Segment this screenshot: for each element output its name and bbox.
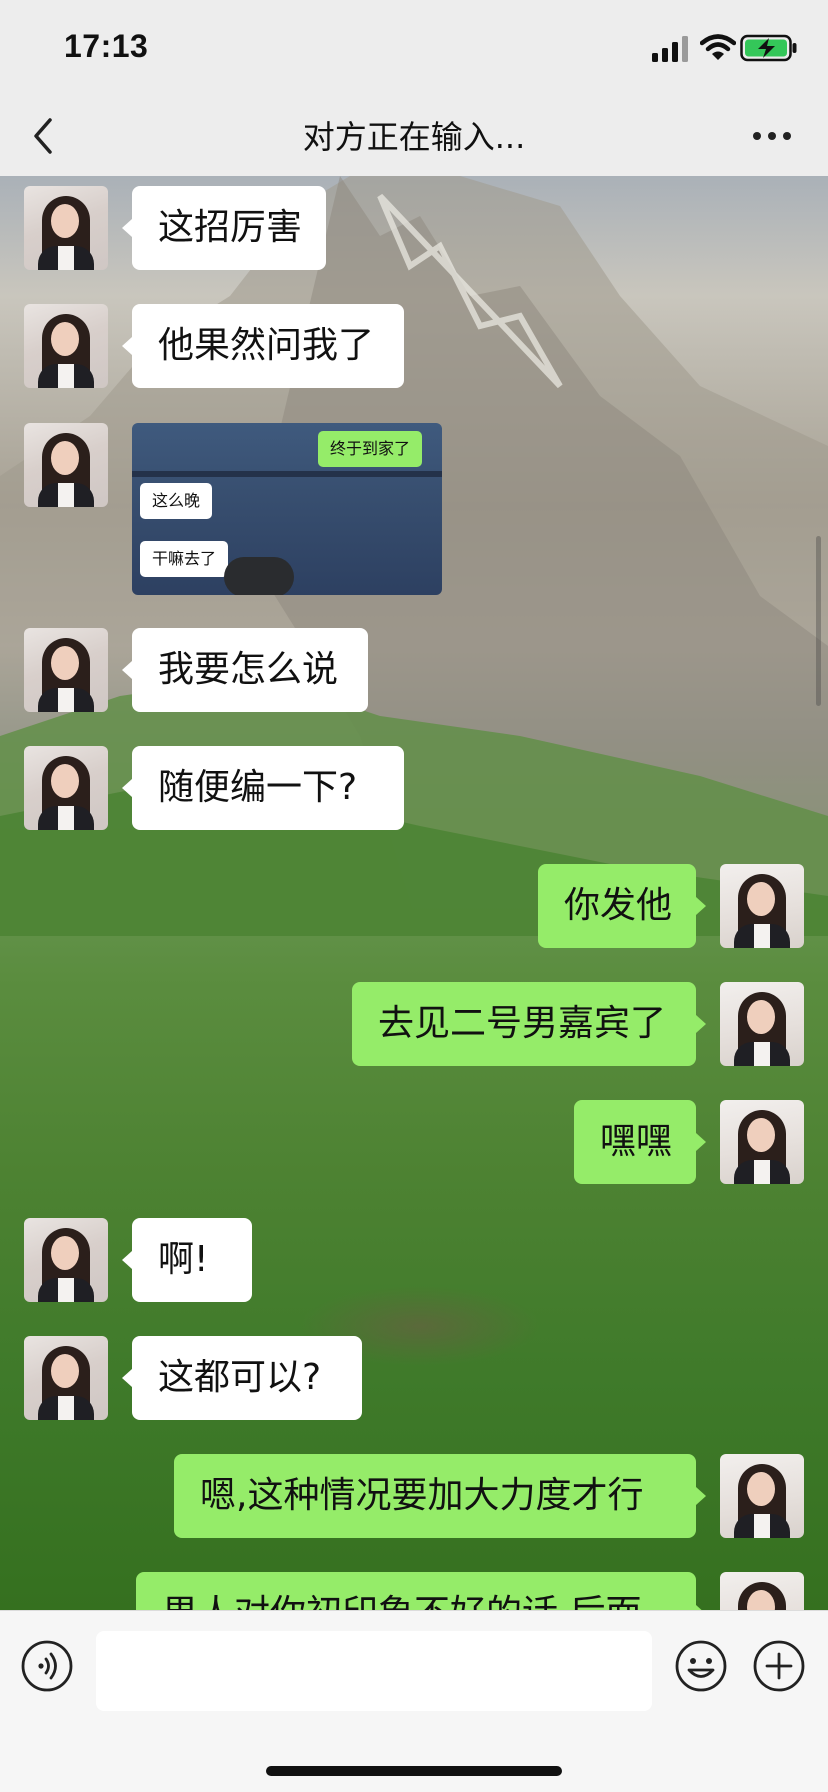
- emoji-icon[interactable]: [674, 1639, 728, 1693]
- incoming-message-bubble[interactable]: 这招厉害: [132, 186, 326, 270]
- bubble-tail: [122, 661, 132, 679]
- contact-avatar[interactable]: [24, 628, 108, 712]
- avatar-part: [754, 1160, 770, 1184]
- avatar-part: [754, 1042, 770, 1066]
- chat-area[interactable]: 终于到家了 这么晚 干嘛去了 这招厉害他果然问我了 我要怎么说随便编一下? 你发他去…: [0, 176, 828, 1610]
- outgoing-message-bubble[interactable]: 去见二号男嘉宾了: [352, 982, 696, 1066]
- contact-avatar[interactable]: [24, 304, 108, 388]
- image-shadow: [224, 557, 294, 595]
- incoming-message-bubble[interactable]: 他果然问我了: [132, 304, 404, 388]
- status-time: 17:13: [64, 28, 149, 64]
- avatar-part: [754, 924, 770, 948]
- bubble-tail: [122, 1251, 132, 1269]
- signal-icon: [652, 36, 688, 62]
- contact-avatar[interactable]: [24, 1336, 108, 1420]
- contact-avatar[interactable]: [24, 1218, 108, 1302]
- bubble-tail: [696, 1015, 706, 1033]
- message-input[interactable]: [96, 1631, 652, 1711]
- scrollbar[interactable]: [816, 536, 821, 706]
- input-bar: [0, 1610, 828, 1723]
- contact-avatar[interactable]: [24, 423, 108, 507]
- my-avatar[interactable]: [720, 1454, 804, 1538]
- plus-icon[interactable]: [752, 1639, 806, 1693]
- incoming-message-bubble[interactable]: 随便编一下?: [132, 746, 404, 830]
- contact-avatar[interactable]: [24, 186, 108, 270]
- wifi-icon: [700, 34, 736, 60]
- avatar-part: [51, 322, 79, 356]
- avatar-part: [51, 1236, 79, 1270]
- avatar-part: [51, 441, 79, 475]
- home-area: [0, 1722, 828, 1792]
- avatar-part: [58, 688, 74, 712]
- outgoing-message-bubble[interactable]: 你发他: [538, 864, 696, 948]
- bubble-tail: [122, 219, 132, 237]
- avatar-part: [747, 882, 775, 916]
- avatar-part: [58, 364, 74, 388]
- image-divider: [132, 471, 442, 477]
- battery-charging-icon: [740, 34, 797, 62]
- avatar-part: [747, 1472, 775, 1506]
- bubble-tail: [696, 1133, 706, 1151]
- incoming-message-bubble[interactable]: 我要怎么说: [132, 628, 368, 712]
- avatar-part: [51, 1354, 79, 1388]
- bubble-tail: [122, 779, 132, 797]
- bubble-tail: [696, 897, 706, 915]
- avatar-part: [51, 204, 79, 238]
- my-avatar[interactable]: [720, 1100, 804, 1184]
- my-avatar[interactable]: [720, 982, 804, 1066]
- avatar-part: [58, 1396, 74, 1420]
- image-bubble-green: 终于到家了: [318, 431, 423, 467]
- my-avatar[interactable]: [720, 1572, 804, 1610]
- more-dots-icon[interactable]: [752, 128, 792, 144]
- avatar-part: [747, 1000, 775, 1034]
- home-indicator[interactable]: [266, 1766, 562, 1776]
- bubble-tail: [122, 1369, 132, 1387]
- avatar-part: [747, 1118, 775, 1152]
- image-bubble-white: 这么晚: [140, 483, 213, 519]
- chat-title: 对方正在输入...: [302, 118, 526, 156]
- voice-icon[interactable]: [20, 1639, 74, 1693]
- avatar-part: [58, 246, 74, 270]
- outgoing-message-bubble[interactable]: 嘿嘿: [574, 1100, 696, 1184]
- bubble-tail: [122, 337, 132, 355]
- incoming-message-bubble[interactable]: 这都可以?: [132, 1336, 362, 1420]
- avatar-part: [58, 806, 74, 830]
- nav-bar: 对方正在输入...: [0, 100, 828, 176]
- status-bar: 17:13: [0, 0, 828, 100]
- avatar-part: [58, 483, 74, 507]
- image-bubble-white: 干嘛去了: [140, 541, 229, 577]
- outgoing-message-bubble[interactable]: 嗯,这种情况要加大力度才行: [174, 1454, 696, 1538]
- avatar-part: [51, 646, 79, 680]
- outgoing-message-bubble[interactable]: 男人对你初印象不好的话,后面: [136, 1572, 696, 1610]
- avatar-part: [754, 1514, 770, 1538]
- contact-avatar[interactable]: [24, 746, 108, 830]
- avatar-part: [51, 764, 79, 798]
- my-avatar[interactable]: [720, 864, 804, 948]
- incoming-message-bubble[interactable]: 啊!: [132, 1218, 252, 1302]
- image-message[interactable]: 终于到家了 这么晚 干嘛去了: [132, 423, 442, 595]
- bubble-tail: [696, 1487, 706, 1505]
- avatar-part: [58, 1278, 74, 1302]
